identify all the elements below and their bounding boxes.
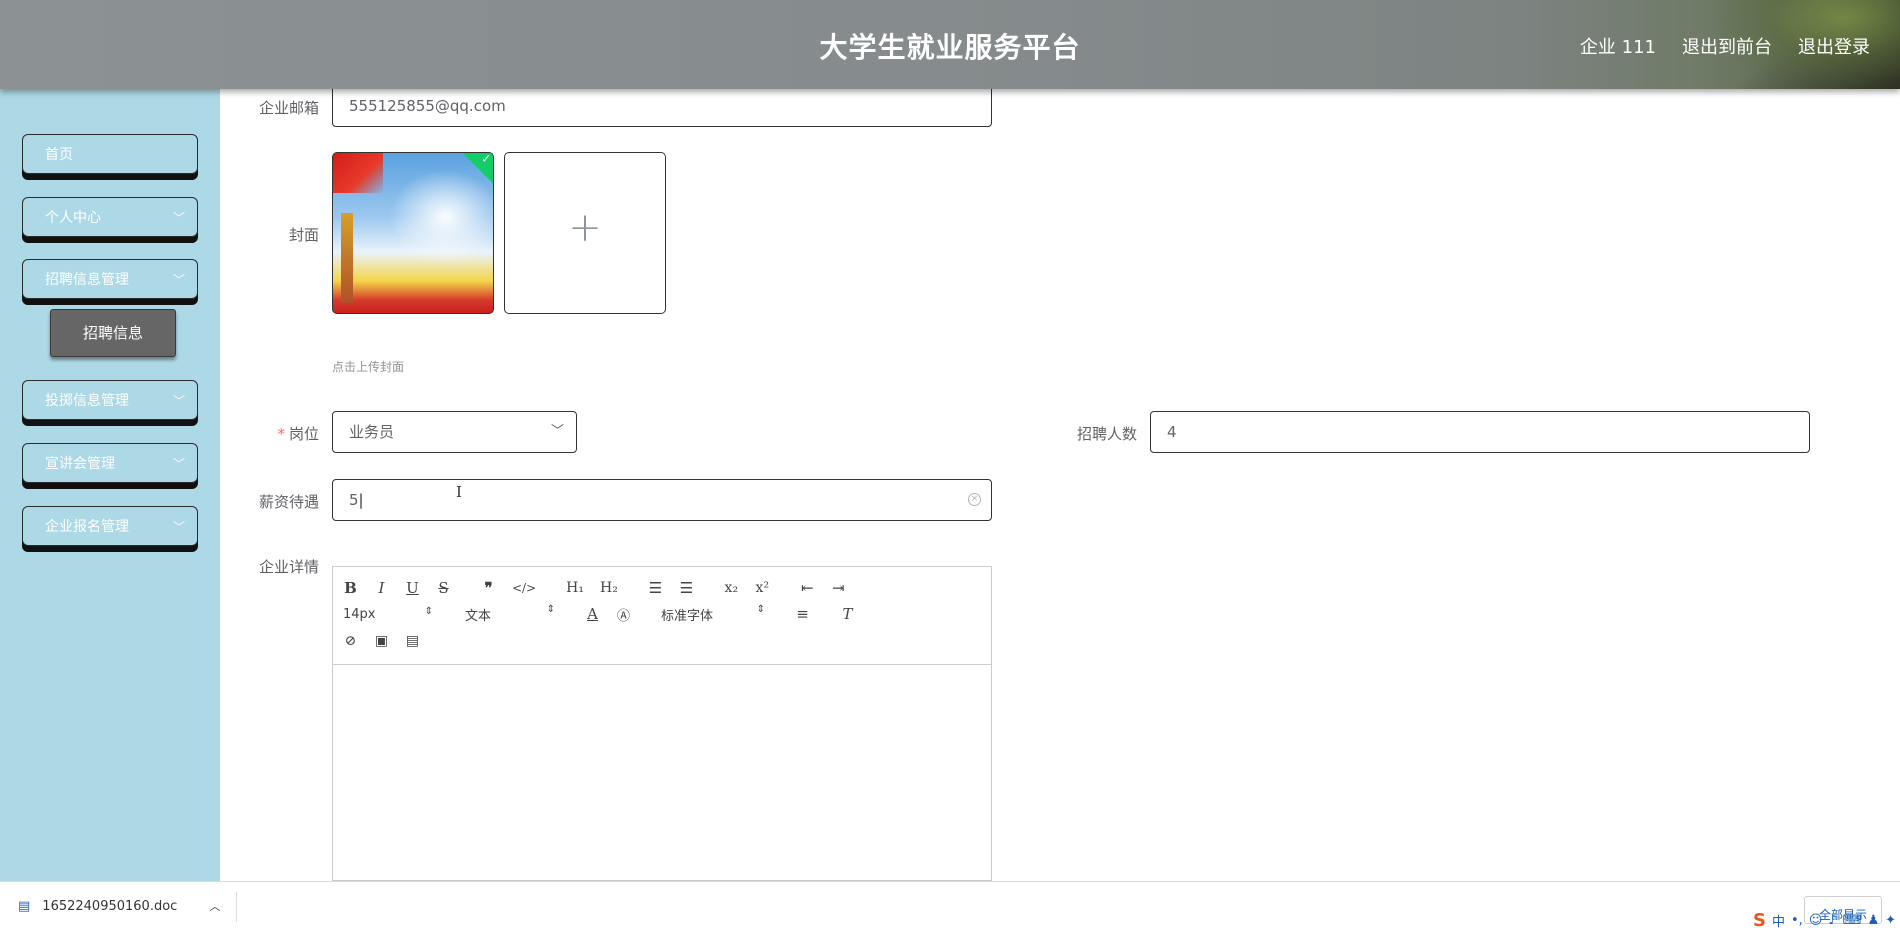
- subscript-icon[interactable]: x₂: [724, 580, 739, 596]
- select-arrows-icon: ⇕: [424, 605, 433, 617]
- chevron-down-icon: ﹀: [172, 457, 185, 471]
- sidebar-subitem-recruitment-info[interactable]: 招聘信息: [50, 309, 176, 357]
- block-type-select[interactable]: 文本 ⇕: [465, 603, 555, 624]
- microphone-icon[interactable]: ♪: [1828, 913, 1836, 928]
- strikethrough-icon[interactable]: S: [436, 579, 451, 597]
- sidebar-item-home[interactable]: 首页: [22, 134, 198, 174]
- chevron-down-icon: ﹀: [172, 273, 185, 287]
- ime-toolbar: S 中 •, ☺ ♪ ⌨ ♟ ✦: [1753, 910, 1896, 931]
- italic-icon[interactable]: I: [374, 579, 389, 597]
- cover-upload-hint: 点击上传封面: [332, 360, 405, 374]
- mouse-text-cursor-icon: I: [456, 483, 462, 501]
- chevron-down-icon: ﹀: [172, 211, 185, 225]
- chevron-up-icon: ︿: [209, 900, 221, 913]
- heading-2-icon[interactable]: H₂: [600, 580, 618, 596]
- position-select[interactable]: 业务员 ﹀: [332, 411, 577, 453]
- font-size-select[interactable]: 14px ⇕: [343, 605, 433, 622]
- heading-1-icon[interactable]: H₁: [566, 580, 584, 596]
- link-icon[interactable]: ⊘: [343, 633, 358, 649]
- email-value: 555125855@qq.com: [349, 97, 506, 115]
- salary-field[interactable]: 5| ×: [332, 479, 992, 521]
- bold-icon[interactable]: B: [343, 579, 358, 597]
- background-color-icon[interactable]: Ⓐ: [616, 605, 631, 624]
- sidebar-item-registration-management[interactable]: 企业报名管理 ﹀: [22, 506, 198, 546]
- emoji-icon[interactable]: ☺: [1809, 913, 1823, 928]
- sidebar-item-label: 投掷信息管理: [45, 393, 129, 409]
- details-label: 企业详情: [258, 558, 319, 576]
- position-value: 业务员: [349, 423, 395, 441]
- select-arrows-icon: ⇕: [546, 603, 555, 615]
- download-bar: ▤ 1652240950160.doc ︿ 全部显示 S 中 •, ☺ ♪ ⌨ …: [0, 881, 1900, 933]
- sidebar-item-label: 个人中心: [45, 210, 101, 226]
- sidebar: 首页 个人中心 ﹀ 招聘信息管理 ﹀ 招聘信息 投掷信息管理 ﹀ 宣讲会管理 ﹀…: [0, 89, 220, 881]
- font-family-select[interactable]: 标准字体 ⇕: [661, 603, 765, 624]
- top-header: 大学生就业服务平台 企业 111 退出到前台 退出登录: [0, 0, 1900, 89]
- chevron-down-icon: ﹀: [172, 520, 185, 534]
- back-to-front-link[interactable]: 退出到前台: [1682, 33, 1772, 59]
- video-icon[interactable]: ▤: [405, 633, 420, 649]
- document-icon: ▤: [18, 898, 31, 914]
- chevron-down-icon: ﹀: [550, 424, 564, 439]
- sidebar-item-label: 企业报名管理: [45, 519, 129, 535]
- toolbar-row-1: B I U S ❞ </> H₁ H₂ ☰ ☰ x₂ x² ⇤ ⇥: [343, 575, 862, 601]
- recruit-count-value: 4: [1167, 423, 1177, 441]
- recruit-count-label: 招聘人数: [1076, 425, 1137, 443]
- position-label: * 岗位: [277, 425, 319, 443]
- chevron-down-icon: ﹀: [172, 394, 185, 408]
- upload-success-badge: ✓: [461, 152, 493, 185]
- plus-icon: +: [568, 205, 602, 251]
- flag-graphic: [333, 153, 383, 193]
- user-name-link[interactable]: 企业 111: [1580, 33, 1656, 59]
- email-label: 企业邮箱: [258, 99, 319, 117]
- rich-text-editor: B I U S ❞ </> H₁ H₂ ☰ ☰ x₂ x² ⇤ ⇥ 14px ⇕ …: [332, 566, 992, 881]
- punctuation-icon[interactable]: •,: [1791, 913, 1803, 928]
- sidebar-item-label: 宣讲会管理: [45, 456, 115, 472]
- cover-image-thumbnail[interactable]: ✓: [332, 152, 494, 314]
- recruit-count-field[interactable]: 4: [1150, 411, 1810, 453]
- editor-content-area[interactable]: [333, 665, 991, 881]
- font-color-icon[interactable]: A: [585, 605, 600, 623]
- outdent-icon[interactable]: ⇤: [800, 579, 815, 597]
- sidebar-item-label: 首页: [45, 147, 73, 163]
- toolbar-row-2: 14px ⇕ 文本 ⇕ A Ⓐ 标准字体 ⇕ ≡ T: [343, 601, 871, 627]
- align-icon[interactable]: ≡: [795, 605, 810, 623]
- sogou-logo-icon: S: [1753, 910, 1766, 931]
- tower-graphic: [341, 213, 353, 303]
- salary-value: 5: [349, 491, 359, 509]
- cover-upload-button[interactable]: +: [504, 152, 666, 314]
- header-nav: 企业 111 退出到前台 退出登录: [1580, 33, 1870, 59]
- underline-icon[interactable]: U: [405, 579, 420, 597]
- bullet-list-icon[interactable]: ☰: [679, 579, 694, 597]
- select-arrows-icon: ⇕: [756, 603, 765, 615]
- download-separator: [236, 892, 237, 922]
- image-icon[interactable]: ▣: [374, 633, 389, 649]
- editor-toolbar: B I U S ❞ </> H₁ H₂ ☰ ☰ x₂ x² ⇤ ⇥ 14px ⇕ …: [333, 567, 991, 665]
- sidebar-item-personal-center[interactable]: 个人中心 ﹀: [22, 197, 198, 237]
- ordered-list-icon[interactable]: ☰: [648, 579, 663, 597]
- clear-format-icon[interactable]: T: [840, 605, 855, 623]
- indent-icon[interactable]: ⇥: [831, 579, 846, 597]
- salary-label: 薪资待遇: [258, 493, 319, 511]
- cover-label: 封面: [288, 226, 319, 244]
- toolbar-row-3: ⊘ ▣ ▤: [343, 628, 436, 654]
- check-icon: ✓: [481, 152, 492, 166]
- keyboard-icon[interactable]: ⌨: [1843, 913, 1862, 928]
- clear-icon[interactable]: ×: [968, 493, 981, 506]
- superscript-icon[interactable]: x²: [755, 580, 770, 596]
- sidebar-item-recruitment-management[interactable]: 招聘信息管理 ﹀: [22, 259, 198, 299]
- blockquote-icon[interactable]: ❞: [481, 579, 496, 597]
- code-block-icon[interactable]: </>: [512, 581, 536, 595]
- skin-icon[interactable]: ✦: [1885, 913, 1896, 928]
- sidebar-item-label: 招聘信息管理: [45, 272, 129, 288]
- user-icon[interactable]: ♟: [1867, 913, 1879, 928]
- ime-mode-label[interactable]: 中: [1772, 911, 1785, 930]
- logout-link[interactable]: 退出登录: [1798, 33, 1870, 59]
- download-item[interactable]: ▤ 1652240950160.doc ︿: [18, 898, 220, 914]
- sidebar-item-presentation-management[interactable]: 宣讲会管理 ﹀: [22, 443, 198, 483]
- download-file-name: 1652240950160.doc: [42, 898, 178, 914]
- required-asterisk: *: [277, 425, 285, 443]
- email-field[interactable]: 555125855@qq.com: [332, 85, 992, 127]
- sidebar-item-submission-management[interactable]: 投掷信息管理 ﹀: [22, 380, 198, 420]
